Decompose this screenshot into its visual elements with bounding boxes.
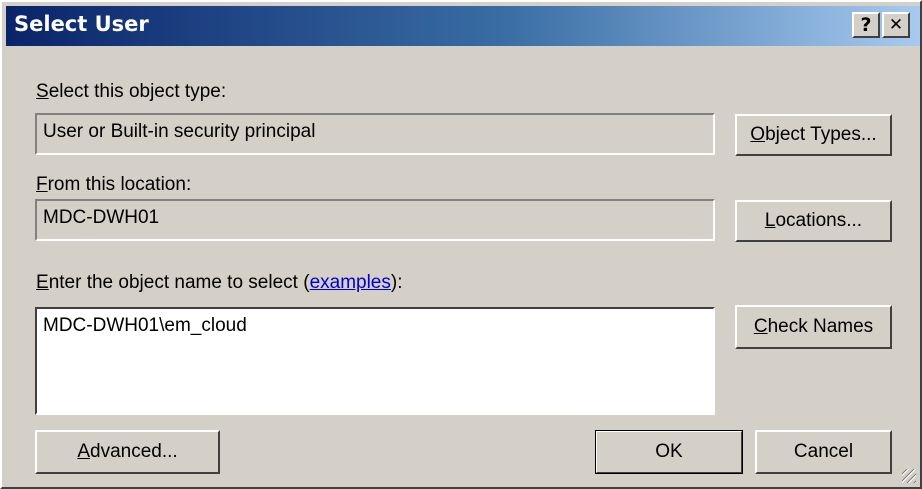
resize-grip-icon[interactable] [902,469,916,483]
object-types-button[interactable]: Object Types... [735,114,892,156]
location-value: MDC-DWH01 [43,207,160,228]
title-bar[interactable]: Select User ? ✕ [6,6,920,46]
examples-link[interactable]: examples [310,272,391,293]
cancel-button[interactable]: Cancel [755,430,892,474]
object-type-label: Select this object type: [36,81,227,102]
object-type-value: User or Built-in security principal [43,121,316,142]
location-label: From this location: [36,174,192,195]
object-type-field: User or Built-in security principal [35,113,715,155]
object-name-label: Enter the object name to select (example… [36,272,403,293]
advanced-button[interactable]: Advanced... [35,430,220,474]
location-field: MDC-DWH01 [35,199,715,241]
ok-button[interactable]: OK [595,430,743,474]
select-user-dialog: Select User ? ✕ Select this object type:… [0,0,922,489]
help-icon: ? [860,14,872,36]
locations-button[interactable]: Locations... [735,200,892,242]
dialog-title: Select User [14,12,149,36]
check-names-button[interactable]: Check Names [735,305,892,349]
close-icon: ✕ [888,15,904,35]
object-name-input[interactable]: MDC-DWH01\em_cloud [35,307,715,415]
help-button[interactable]: ? [852,12,880,38]
close-button[interactable]: ✕ [882,12,910,38]
